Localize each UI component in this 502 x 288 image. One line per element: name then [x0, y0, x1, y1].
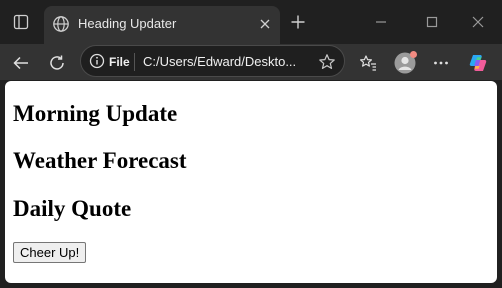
star-icon[interactable]: [317, 52, 337, 72]
heading-morning-update: Morning Update: [13, 101, 178, 126]
copilot-button[interactable]: [465, 50, 491, 76]
profile-button[interactable]: [392, 50, 418, 76]
info-icon[interactable]: [89, 53, 105, 69]
heading-daily-quote: Daily Quote: [13, 196, 132, 221]
address-url[interactable]: C:/Users/Edward/Deskto...: [143, 53, 313, 71]
new-tab-button[interactable]: [288, 12, 308, 32]
close-icon: [472, 16, 484, 28]
heading-weather-forecast: Weather Forecast: [13, 148, 187, 173]
address-scheme-label: File: [109, 55, 130, 69]
favorites-icon: [360, 55, 376, 71]
close-window-button[interactable]: [468, 12, 488, 32]
toolbar: File C:/Users/Edward/Deskto...: [0, 44, 502, 80]
tab-close-icon[interactable]: [256, 15, 274, 33]
copilot-icon: [469, 55, 487, 71]
page-content: Morning Update Weather Forecast Daily Qu…: [5, 81, 497, 283]
globe-icon: [52, 15, 70, 33]
favorites-button[interactable]: [355, 50, 381, 76]
minimize-button[interactable]: [371, 12, 391, 32]
avatar: [394, 51, 417, 74]
address-divider: [134, 53, 135, 71]
minimize-icon: [376, 21, 386, 23]
reload-icon: [50, 55, 64, 70]
tab-actions-icon[interactable]: [8, 10, 34, 34]
notification-dot: [410, 51, 417, 58]
more-icon: [434, 61, 448, 65]
back-arrow-icon: [13, 56, 28, 70]
more-button[interactable]: [428, 50, 454, 76]
maximize-icon: [426, 16, 438, 28]
maximize-button[interactable]: [422, 12, 442, 32]
reload-button[interactable]: [44, 50, 70, 76]
browser-tab[interactable]: Heading Updater: [44, 6, 280, 44]
back-button[interactable]: [8, 50, 34, 76]
address-bar[interactable]: File C:/Users/Edward/Deskto...: [80, 45, 345, 77]
cheer-up-button[interactable]: Cheer Up!: [13, 242, 87, 263]
title-bar: Heading Updater: [0, 0, 502, 44]
tab-title: Heading Updater: [78, 16, 177, 31]
plus-icon: [291, 15, 305, 29]
